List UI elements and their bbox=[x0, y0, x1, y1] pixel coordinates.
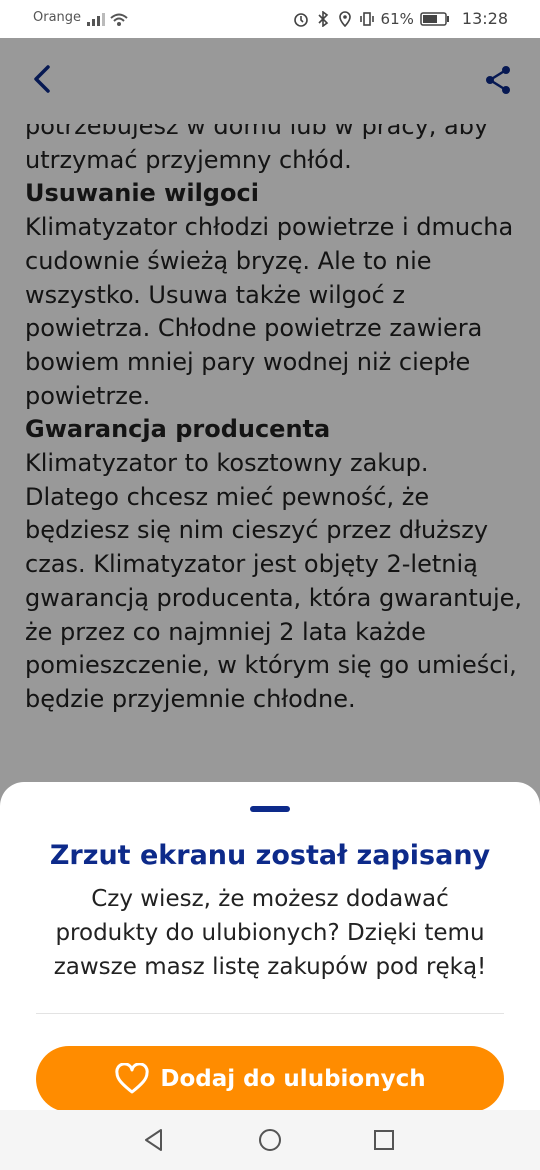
nav-back-icon[interactable] bbox=[140, 1126, 168, 1154]
sheet-message: Czy wiesz, że możesz dodawać produkty do… bbox=[53, 886, 487, 980]
clock: 13:28 bbox=[461, 9, 508, 28]
add-to-favorites-button[interactable]: Dodaj do ulubionych bbox=[36, 1046, 504, 1112]
sheet-title: Zrzut ekranu został zapisany bbox=[49, 840, 491, 871]
sheet-drag-handle[interactable] bbox=[250, 806, 290, 812]
alarm-icon bbox=[293, 12, 308, 27]
add-to-favorites-label: Dodaj do ulubionych bbox=[160, 1066, 426, 1092]
battery-percent: 61% bbox=[380, 9, 414, 28]
status-bar: Orange 61% 13:28 bbox=[0, 0, 540, 38]
carrier-label: Orange bbox=[33, 10, 82, 25]
vibrate-icon bbox=[359, 11, 374, 26]
heart-icon bbox=[115, 1063, 150, 1094]
bluetooth-icon bbox=[317, 10, 328, 27]
signal-icon bbox=[87, 13, 128, 26]
nav-recents-icon[interactable] bbox=[370, 1126, 398, 1154]
system-navigation-bar bbox=[0, 1110, 540, 1170]
divider bbox=[36, 1013, 504, 1014]
nav-home-icon[interactable] bbox=[256, 1126, 284, 1154]
location-icon bbox=[338, 10, 351, 27]
battery-icon bbox=[420, 11, 449, 26]
